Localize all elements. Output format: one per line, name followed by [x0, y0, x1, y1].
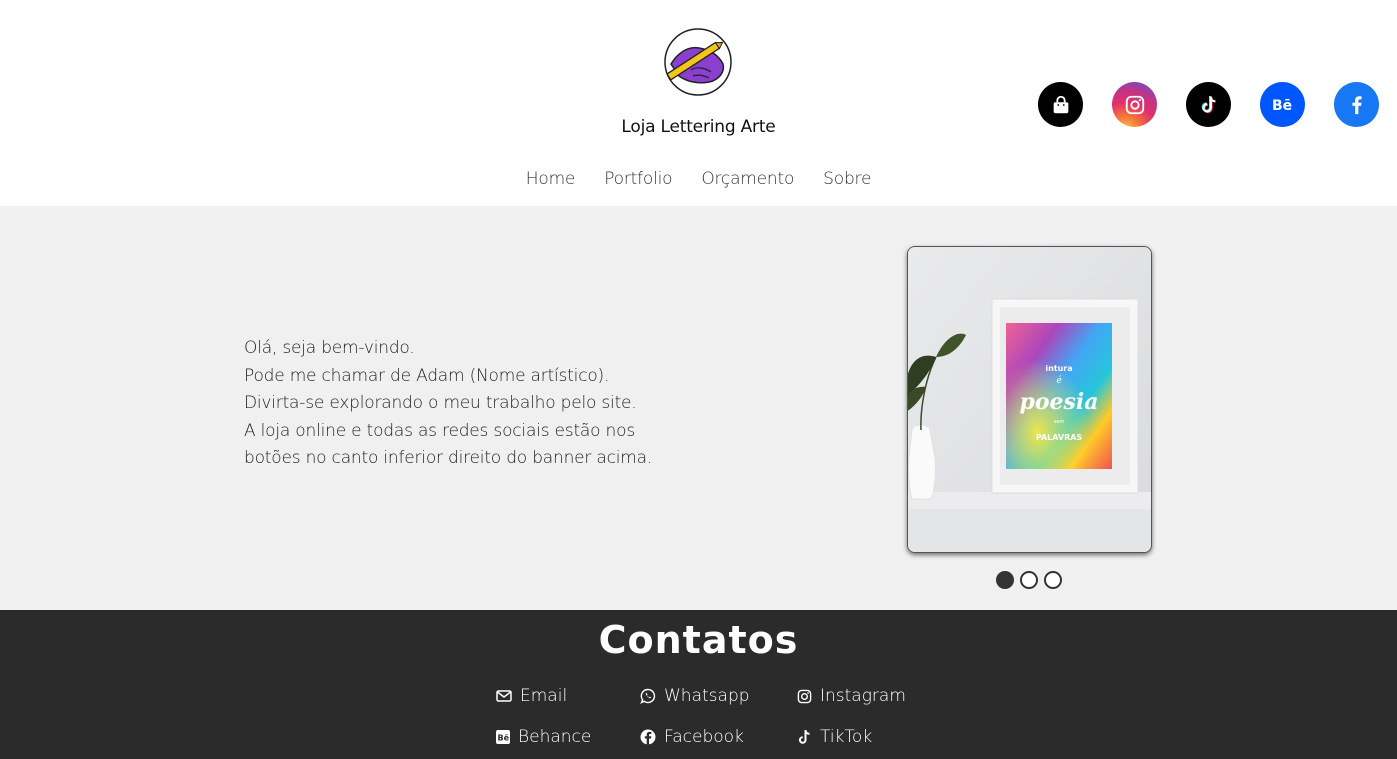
site-header: Loja Lettering Arte Home Portfolio Orçam…	[0, 0, 1397, 206]
envelope-icon	[496, 690, 512, 702]
tiktok-button[interactable]	[1186, 82, 1231, 127]
tiktok-icon	[1201, 95, 1216, 113]
behance-icon: Bē	[1272, 98, 1292, 114]
intro-text: Olá, seja bem-vindo. Pode me chamar de A…	[244, 335, 704, 473]
carousel-dot-3[interactable]	[1044, 571, 1062, 589]
contact-whatsapp-link[interactable]: Whatsapp	[640, 686, 750, 706]
behance-icon: Bē	[496, 730, 510, 744]
contacts-footer: Contatos Email Whatsapp Instagram Bē Beh…	[0, 610, 1397, 759]
poster-text-main: poesia	[1019, 389, 1098, 415]
footer-title: Contatos	[598, 618, 799, 662]
contact-behance-link[interactable]: Bē Behance	[496, 727, 591, 747]
behance-button[interactable]: Bē	[1260, 82, 1305, 127]
facebook-icon	[1351, 95, 1362, 114]
contact-email-link[interactable]: Email	[496, 686, 567, 706]
intro-line: A loja online e todas as redes sociais e…	[244, 420, 635, 441]
poster-text-top: intura	[1045, 364, 1072, 373]
instagram-button[interactable]	[1112, 82, 1157, 127]
nav-item-portfolio[interactable]: Portfolio	[604, 169, 672, 189]
main-nav: Home Portfolio Orçamento Sobre	[0, 169, 1397, 189]
framed-art-slide: intura é poesia sem PALAVRAS	[908, 247, 1151, 552]
svg-text:Bē: Bē	[498, 734, 510, 743]
hand-with-pencil-logo[interactable]	[663, 28, 733, 98]
contact-instagram-link[interactable]: Instagram	[797, 686, 906, 706]
intro-line: Pode me chamar de Adam (Nome artístico).	[244, 365, 610, 386]
contact-facebook-link[interactable]: Facebook	[640, 727, 744, 747]
intro-line: Olá, seja bem-vindo.	[244, 338, 415, 358]
contact-tiktok-label: TikTok	[820, 727, 873, 747]
nav-item-sobre[interactable]: Sobre	[823, 169, 871, 189]
carousel-dot-1[interactable]	[996, 571, 1014, 589]
image-carousel[interactable]: intura é poesia sem PALAVRAS	[907, 246, 1152, 553]
poster-text-bottom: PALAVRAS	[1036, 433, 1083, 442]
intro-line: botões no canto inferior direito do bann…	[244, 448, 653, 468]
contact-behance-label: Behance	[518, 727, 592, 747]
shop-button[interactable]	[1038, 82, 1083, 127]
poster-text-sub: sem	[1054, 419, 1065, 425]
facebook-button[interactable]	[1334, 82, 1379, 127]
carousel-indicators	[996, 571, 1062, 589]
contact-email-label: Email	[520, 686, 568, 706]
intro-line: Divirta-se explorando o meu trabalho pel…	[244, 393, 637, 413]
poster-text-middle: é	[1056, 375, 1062, 386]
social-links: Bē	[1038, 82, 1379, 127]
shopping-bag-icon	[1053, 95, 1068, 113]
contact-instagram-label: Instagram	[820, 686, 906, 706]
contact-tiktok-link[interactable]: TikTok	[797, 727, 872, 747]
nav-item-home[interactable]: Home	[526, 169, 576, 189]
hero-section: Olá, seja bem-vindo. Pode me chamar de A…	[0, 206, 1397, 610]
svg-text:Bē: Bē	[1272, 98, 1292, 114]
contact-facebook-label: Facebook	[664, 727, 744, 747]
facebook-icon	[640, 729, 656, 745]
carousel-dot-2[interactable]	[1020, 571, 1038, 589]
tiktok-icon	[798, 729, 810, 744]
contact-whatsapp-label: Whatsapp	[664, 686, 750, 706]
instagram-icon	[1125, 95, 1144, 114]
instagram-icon	[797, 689, 812, 703]
whatsapp-icon	[640, 688, 656, 704]
nav-item-orcamento[interactable]: Orçamento	[701, 169, 794, 189]
